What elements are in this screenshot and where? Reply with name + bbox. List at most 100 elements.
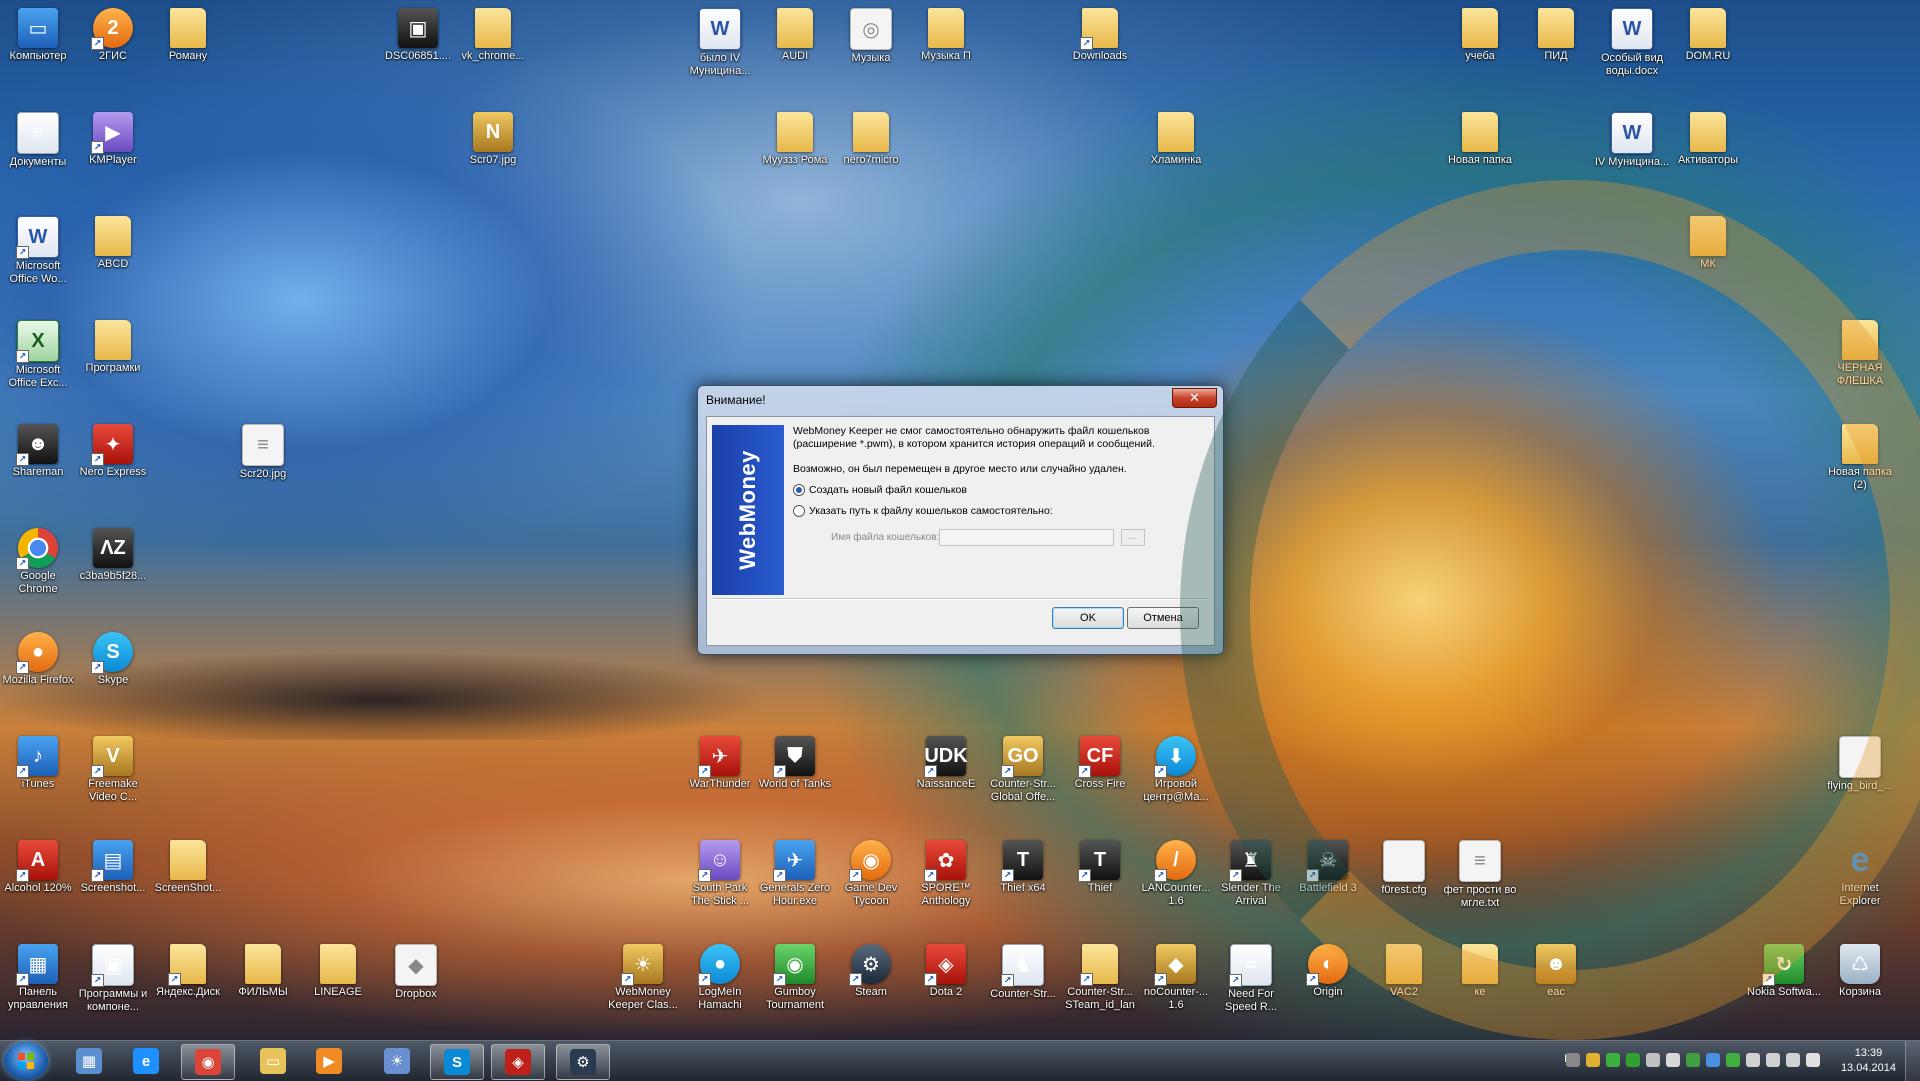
tray-icon[interactable] (1586, 1053, 1600, 1067)
desktop-icon[interactable]: Wбыло IV Муницина... (682, 8, 758, 78)
desktop-icon[interactable]: N Scr07.jpg (455, 112, 531, 167)
desktop-icon[interactable]: SSkype (75, 632, 151, 687)
desktop-icon[interactable]: GOCounter-Str... Global Offe... (985, 736, 1061, 804)
desktop-icon[interactable]: Хламинка (1138, 112, 1214, 167)
cancel-button[interactable]: Отмена (1127, 607, 1199, 629)
desktop-icon[interactable]: e Internet Explorer (1822, 840, 1898, 908)
desktop-icon[interactable]: ≡ Документы (0, 112, 76, 169)
desktop-icon[interactable]: ♜Slender The Arrival (1213, 840, 1289, 908)
desktop-icon[interactable]: ке (1442, 944, 1518, 999)
desktop-icon[interactable]: ▣ DSC06851.... (380, 8, 456, 63)
desktop-icon[interactable]: Активаторы (1670, 112, 1746, 167)
desktop-icon[interactable]: vk_chrome... (455, 8, 531, 63)
desktop-icon[interactable]: AUDI (757, 8, 833, 63)
desktop-icon[interactable]: Мууззз Рома (757, 112, 833, 167)
desktop-icon[interactable]: ScreenShot... (150, 840, 226, 895)
desktop-icon[interactable]: f0rest.cfg (1366, 840, 1442, 897)
desktop-icon[interactable]: ✿SPORE™ Anthology (908, 840, 984, 908)
taskbar-webmoney[interactable]: ☀ (371, 1044, 423, 1078)
desktop-icon[interactable]: ✈Generals Zero Hour.exe (757, 840, 833, 908)
radio-specify-path[interactable]: Указать путь к файлу кошельков самостоят… (793, 505, 1053, 517)
tray-icon[interactable] (1766, 1053, 1780, 1067)
desktop-icon[interactable]: flying_bird_... (1822, 736, 1898, 793)
browse-button[interactable]: ... (1121, 529, 1145, 546)
desktop-icon[interactable]: ПИД (1518, 8, 1594, 63)
desktop-icon[interactable]: Роману (150, 8, 226, 63)
desktop-icon[interactable]: Новая папка (1442, 112, 1518, 167)
desktop-icon[interactable]: ↻Nokia Softwa... (1746, 944, 1822, 999)
desktop-icon[interactable]: ♪iTunes (0, 736, 76, 791)
desktop-icon[interactable]: ☠Battlefield 3 (1290, 840, 1366, 895)
wallet-file-input[interactable] (939, 529, 1114, 546)
desktop-icon[interactable]: VFreemake Video C... (75, 736, 151, 804)
desktop-icon[interactable]: nero7micro (833, 112, 909, 167)
desktop-icon[interactable]: LINEAGE (300, 944, 376, 999)
desktop-icon[interactable]: ⬇Игровой центр@Ма... (1138, 736, 1214, 804)
desktop-icon[interactable]: ◉Gumboy Tournament (757, 944, 833, 1012)
desktop-icon[interactable]: ◎ Музыка (833, 8, 909, 65)
taskbar-explorer[interactable]: ▭ (247, 1044, 299, 1078)
desktop-icon[interactable]: Downloads (1062, 8, 1138, 63)
ok-button[interactable]: OK (1052, 607, 1124, 629)
desktop-icon[interactable]: ⚙Steam (833, 944, 909, 999)
taskbar-steam[interactable]: ⚙ (556, 1044, 610, 1080)
desktop-icon[interactable]: ◆noCounter-... 1.6 (1138, 944, 1214, 1012)
desktop-icon[interactable]: ☀WebMoney Keeper Clas... (605, 944, 681, 1012)
taskbar-skype[interactable]: S (430, 1044, 484, 1080)
taskbar-media-player[interactable]: ▶ (303, 1044, 355, 1078)
desktop-icon[interactable]: 22ГИС (75, 8, 151, 63)
desktop-icon[interactable]: ◐Origin (1290, 944, 1366, 999)
desktop-icon[interactable]: ▶KMPlayer (75, 112, 151, 167)
tray-icon[interactable] (1646, 1053, 1660, 1067)
tray-icon[interactable] (1606, 1053, 1620, 1067)
start-button[interactable] (4, 1042, 48, 1080)
desktop-icon[interactable]: ▤Screenshot... (75, 840, 151, 895)
desktop-icon[interactable]: Counter-Str... STeam_id_lan (1062, 944, 1138, 1012)
tray-icon[interactable] (1706, 1053, 1720, 1067)
tray-icon[interactable] (1806, 1053, 1820, 1067)
desktop-icon[interactable]: ≡ фет прости во мгле.txt (1442, 840, 1518, 910)
desktop-icon[interactable]: Новая папка (2) (1822, 424, 1898, 492)
desktop-icon[interactable]: учеба (1442, 8, 1518, 63)
close-button[interactable]: ✕ (1172, 388, 1217, 408)
desktop-icon[interactable]: ♞Counter-Str... (985, 944, 1061, 1001)
desktop-icon[interactable]: ≈Need For Speed R... (1213, 944, 1289, 1014)
desktop-icon[interactable]: ☻ eac (1518, 944, 1594, 999)
tray-icon[interactable] (1566, 1053, 1580, 1067)
desktop-icon[interactable]: ▦Панель управления (0, 944, 76, 1012)
desktop-icon[interactable]: Програмки (75, 320, 151, 375)
desktop-icon[interactable]: ▣Программы и компоне... (75, 944, 151, 1014)
desktop-icon[interactable]: XMicrosoft Office Exc... (0, 320, 76, 390)
desktop-icon[interactable]: ⛊World of Tanks (757, 736, 833, 791)
taskbar-google-chrome[interactable]: ◉ (181, 1044, 235, 1080)
desktop-icon[interactable]: ✦Nero Express (75, 424, 151, 479)
desktop-icon[interactable]: VAC2 (1366, 944, 1442, 999)
desktop-icon[interactable]: ◉Game Dev Tycoon (833, 840, 909, 908)
tray-icon[interactable] (1726, 1053, 1740, 1067)
show-desktop-button[interactable] (1905, 1041, 1920, 1081)
desktop-icon[interactable]: ФИЛЬМЫ (225, 944, 301, 999)
desktop-icon[interactable]: CFCross Fire (1062, 736, 1138, 791)
desktop-icon[interactable]: /LANCounter... 1.6 (1138, 840, 1214, 908)
desktop-icon[interactable]: ●Mozilla Firefox (0, 632, 76, 687)
desktop-icon[interactable]: ABCD (75, 216, 151, 271)
radio-button-icon[interactable] (793, 484, 805, 496)
tray-icon[interactable] (1626, 1053, 1640, 1067)
desktop-icon[interactable]: DOM.RU (1670, 8, 1746, 63)
desktop-icon[interactable]: ♺ Корзина (1822, 944, 1898, 999)
taskbar-dota-2[interactable]: ◈ (491, 1044, 545, 1080)
taskbar-internet-explorer[interactable]: e (120, 1044, 172, 1078)
radio-button-icon[interactable] (793, 505, 805, 517)
desktop-icon[interactable]: ▭ Компьютер (0, 8, 76, 63)
desktop-icon[interactable]: Музыка П (908, 8, 984, 63)
desktop-icon[interactable]: W IV Муницина... (1594, 112, 1670, 169)
desktop-icon[interactable]: AAlcohol 120% (0, 840, 76, 895)
desktop-icon[interactable]: ●LogMeIn Hamachi (682, 944, 758, 1012)
desktop-icon[interactable]: ◆ Dropbox (378, 944, 454, 1001)
dialog-titlebar[interactable]: Внимание! (698, 386, 1223, 414)
desktop-icon[interactable]: ☺South Park The Stick ... (682, 840, 758, 908)
desktop-icon[interactable]: ☻Shareman (0, 424, 76, 479)
desktop-icon[interactable]: TThief x64 (985, 840, 1061, 895)
desktop-icon[interactable]: ◈Dota 2 (908, 944, 984, 999)
desktop-icon[interactable]: ✈WarThunder (682, 736, 758, 791)
